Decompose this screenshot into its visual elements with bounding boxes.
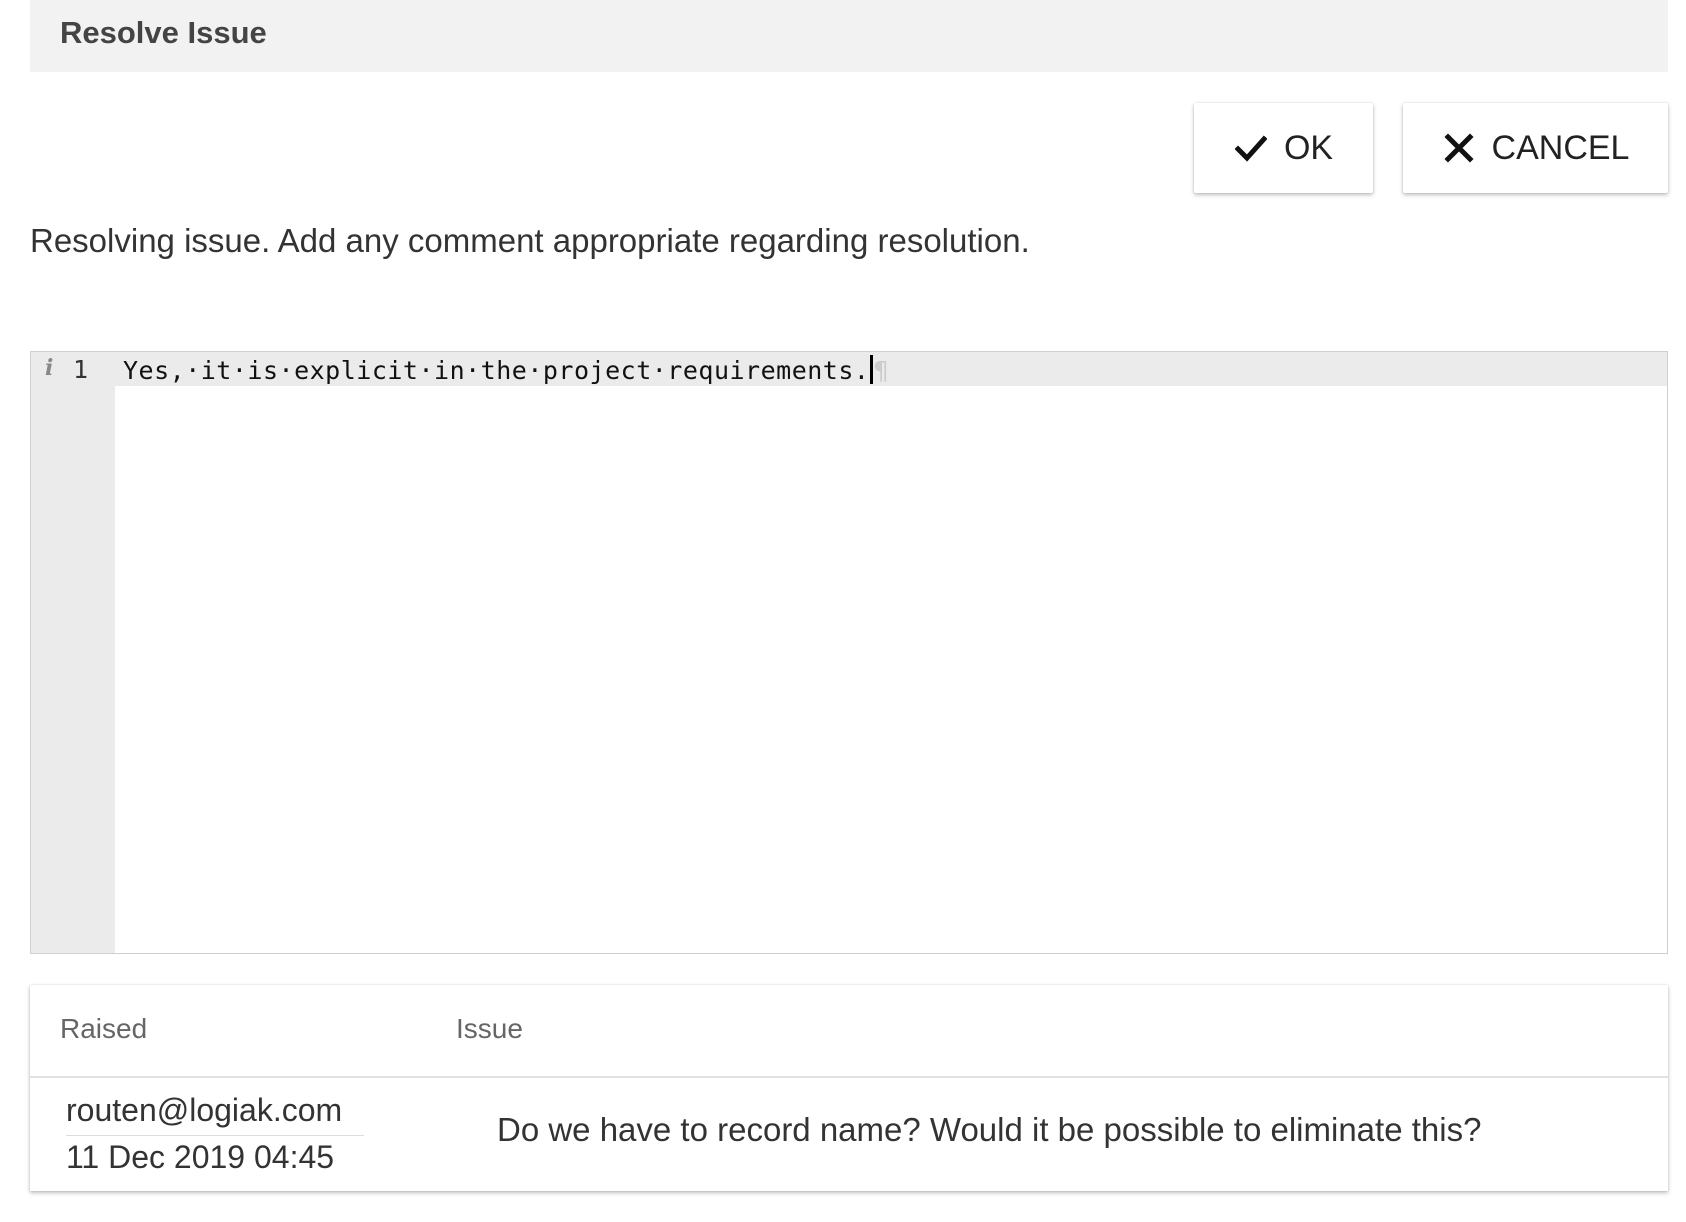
cancel-button[interactable]: CANCEL xyxy=(1403,103,1668,193)
editor-line[interactable]: Yes,·it·is·explicit·in·the·project·requi… xyxy=(123,355,889,385)
editor-gutter xyxy=(31,352,115,953)
resolve-issue-page: Resolve Issue OK CANCEL Resolving issue.… xyxy=(0,0,1686,1222)
checkmark-icon xyxy=(1234,131,1268,165)
cancel-button-label: CANCEL xyxy=(1491,128,1630,167)
info-marker-icon: i xyxy=(45,355,54,381)
raised-cell: routen@logiak.com 11 Dec 2019 04:45 xyxy=(66,1091,364,1176)
raised-timestamp: 11 Dec 2019 04:45 xyxy=(66,1139,335,1175)
line-number: 1 xyxy=(73,355,89,384)
comment-editor[interactable]: i 1 Yes,·it·is·explicit·in·the·project·r… xyxy=(30,351,1668,954)
issue-description: Do we have to record name? Would it be p… xyxy=(497,1111,1482,1148)
raised-by-email: routen@logiak.com xyxy=(66,1091,364,1136)
end-of-line-marker: ¶ xyxy=(873,356,890,385)
column-header-raised: Raised xyxy=(60,1013,148,1044)
close-icon xyxy=(1442,131,1476,165)
editor-line-text: Yes,·it·is·explicit·in·the·project·requi… xyxy=(123,356,870,385)
column-header-issue: Issue xyxy=(456,1013,523,1044)
ok-button[interactable]: OK xyxy=(1194,103,1373,193)
instruction-text: Resolving issue. Add any comment appropr… xyxy=(30,222,1030,259)
dialog-title: Resolve Issue xyxy=(60,15,267,50)
ok-button-label: OK xyxy=(1283,128,1334,167)
issue-table-header: Raised Issue xyxy=(30,985,1668,1078)
dialog-header: Resolve Issue xyxy=(30,0,1668,72)
issue-table: Raised Issue routen@logiak.com 11 Dec 20… xyxy=(30,985,1668,1191)
